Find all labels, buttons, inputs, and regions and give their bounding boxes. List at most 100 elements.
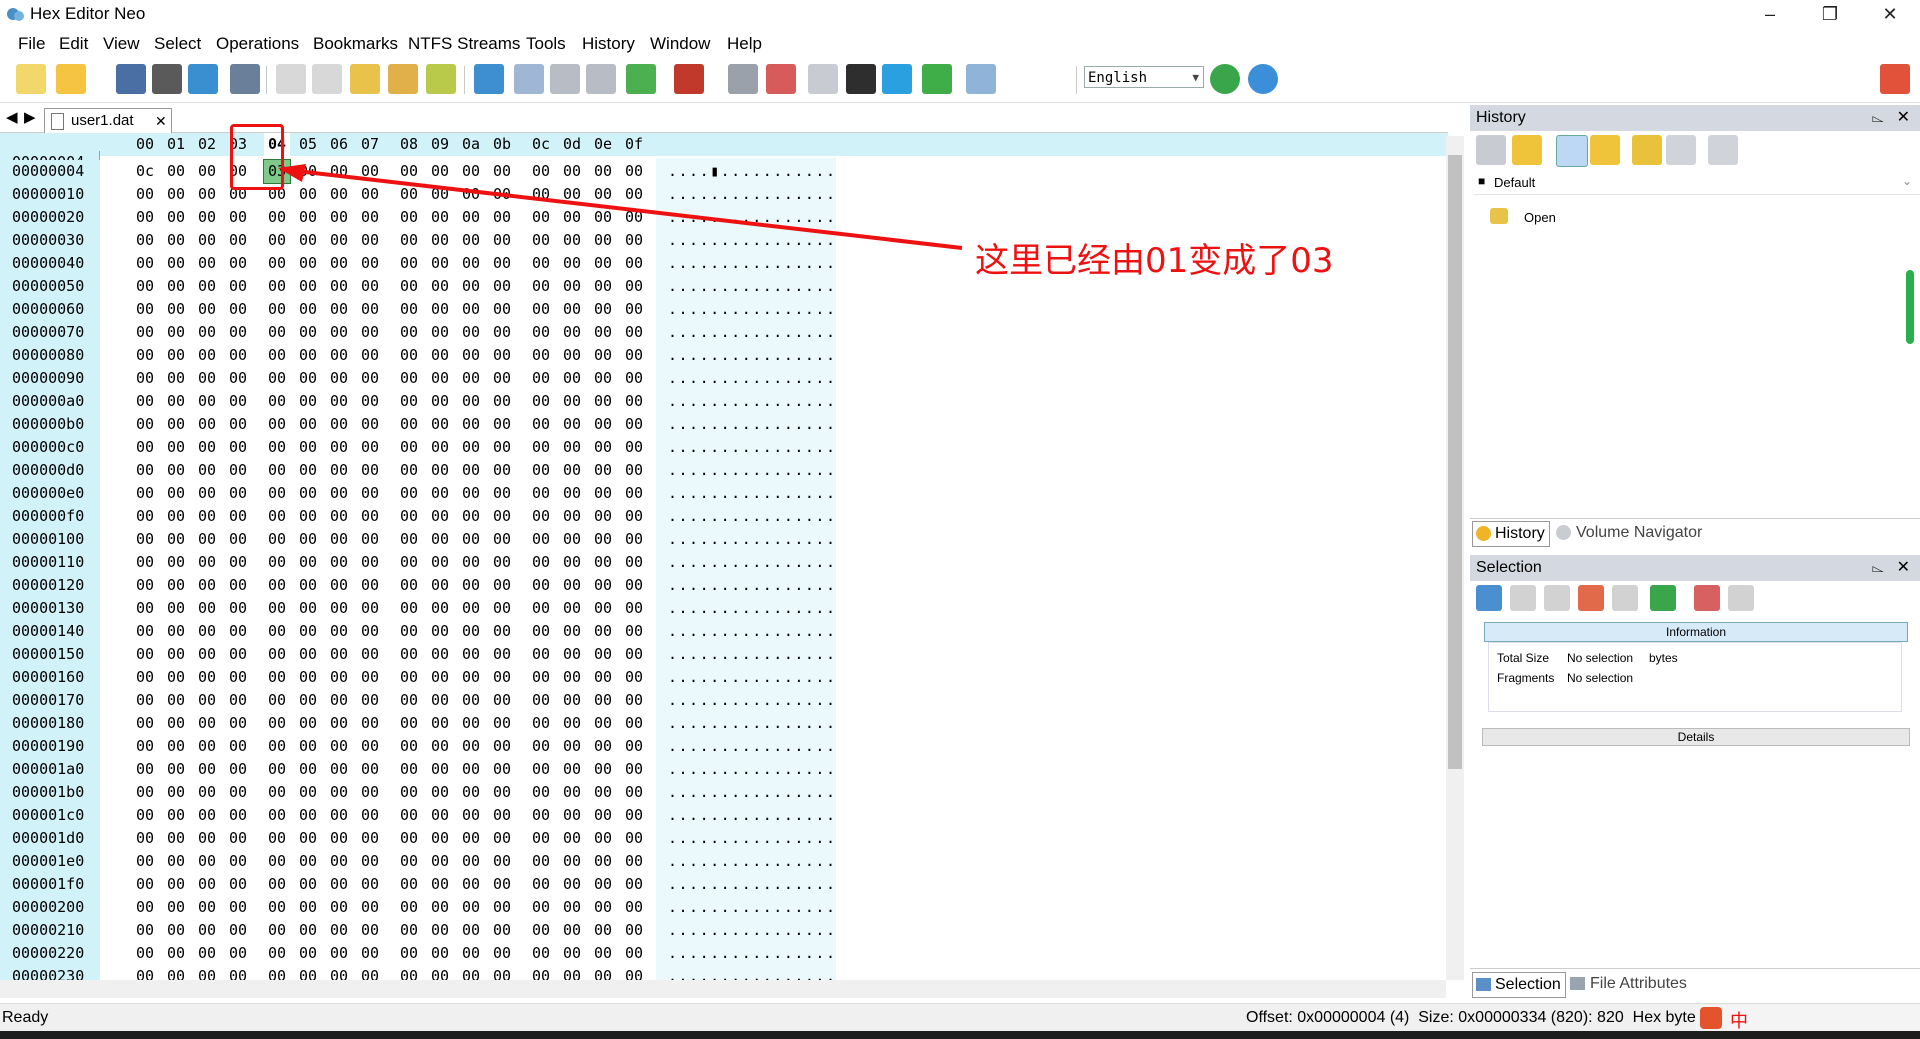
globe-icon[interactable] (1248, 64, 1278, 94)
byte-cell[interactable]: 00 (621, 666, 647, 689)
byte-cell[interactable]: 00 (396, 781, 422, 804)
byte-cell[interactable]: 00 (225, 390, 251, 413)
byte-cell[interactable]: 00 (132, 827, 158, 850)
ascii-text[interactable]: ................ (668, 344, 837, 367)
byte-cell[interactable]: 00 (264, 689, 290, 712)
byte-cell[interactable]: 00 (132, 367, 158, 390)
byte-cell[interactable]: 00 (621, 551, 647, 574)
byte-cell[interactable]: 00 (528, 896, 554, 919)
byte-cell[interactable]: 00 (396, 367, 422, 390)
byte-cell[interactable]: 00 (132, 252, 158, 275)
save-icon[interactable] (116, 64, 146, 94)
byte-cell[interactable]: 00 (489, 321, 515, 344)
byte-cell[interactable]: 00 (264, 735, 290, 758)
undo-icon[interactable] (276, 64, 306, 94)
byte-cell[interactable]: 00 (357, 712, 383, 735)
byte-cell[interactable]: 00 (590, 850, 616, 873)
globe-add-icon[interactable] (1210, 64, 1240, 94)
pin-icon[interactable]: ⌳ (1872, 555, 1884, 581)
byte-cell[interactable]: 00 (458, 344, 484, 367)
byte-cell[interactable]: 00 (427, 643, 453, 666)
byte-cell[interactable]: 00 (427, 965, 453, 980)
byte-cell[interactable]: 00 (528, 735, 554, 758)
column-header-0c[interactable]: 0c (528, 133, 554, 156)
byte-cell[interactable]: 00 (489, 482, 515, 505)
byte-cell[interactable]: 00 (427, 482, 453, 505)
byte-cell[interactable]: 00 (458, 551, 484, 574)
byte-cell[interactable]: 00 (264, 896, 290, 919)
byte-cell[interactable]: 00 (194, 712, 220, 735)
byte-cell[interactable]: 00 (326, 666, 352, 689)
byte-cell[interactable]: 00 (163, 666, 189, 689)
byte-cell[interactable]: 00 (163, 321, 189, 344)
byte-cell[interactable]: 00 (225, 482, 251, 505)
hex-row[interactable]: 00000090 00 00 00 00 00 00 00 00 00 00 00 00 00 00 00 00… (0, 367, 1446, 390)
ascii-text[interactable]: ................ (668, 689, 837, 712)
ascii-text[interactable]: ................ (668, 505, 837, 528)
column-header-05[interactable]: 05 (295, 133, 321, 156)
tab-scroll-right-icon[interactable]: ▶ (24, 108, 36, 126)
byte-cell[interactable]: 00 (458, 482, 484, 505)
byte-cell[interactable]: 00 (528, 321, 554, 344)
byte-cell[interactable]: 00 (458, 597, 484, 620)
hex-row[interactable]: 00000070 00 00 00 00 00 00 00 00 00 00 00 00 00 00 00 00… (0, 321, 1446, 344)
byte-cell[interactable]: 00 (458, 459, 484, 482)
byte-cell[interactable]: 00 (132, 781, 158, 804)
byte-cell[interactable]: 00 (528, 873, 554, 896)
byte-cell[interactable]: 00 (458, 574, 484, 597)
byte-cell[interactable]: 00 (559, 459, 585, 482)
byte-cell[interactable]: 00 (225, 229, 251, 252)
byte-cell[interactable]: 00 (132, 413, 158, 436)
menu-history[interactable]: History (582, 34, 635, 54)
byte-cell[interactable]: 00 (225, 620, 251, 643)
byte-cell[interactable]: 00 (225, 850, 251, 873)
byte-cell[interactable]: 00 (427, 758, 453, 781)
byte-cell[interactable]: 00 (264, 551, 290, 574)
byte-cell[interactable]: 00 (264, 873, 290, 896)
byte-cell[interactable]: 00 (264, 712, 290, 735)
history-undo-icon[interactable] (1512, 135, 1542, 165)
byte-cell[interactable]: 00 (396, 919, 422, 942)
byte-cell[interactable]: 00 (621, 482, 647, 505)
byte-cell[interactable]: 00 (559, 735, 585, 758)
byte-cell[interactable]: 00 (489, 735, 515, 758)
byte-cell[interactable]: 00 (528, 390, 554, 413)
tab-selection[interactable]: Selection (1472, 972, 1566, 998)
byte-cell[interactable]: 00 (357, 505, 383, 528)
byte-cell[interactable]: 00 (458, 505, 484, 528)
hex-row[interactable]: 000000e0 00 00 00 00 00 00 00 00 00 00 00 00 00 00 00 00… (0, 482, 1446, 505)
hex-row[interactable]: 000000d0 00 00 00 00 00 00 00 00 00 00 00 00 00 00 00 00… (0, 459, 1446, 482)
byte-cell[interactable]: 00 (427, 712, 453, 735)
column-header-06[interactable]: 06 (326, 133, 352, 156)
byte-cell[interactable]: 00 (489, 574, 515, 597)
hex-row[interactable]: 00000140 00 00 00 00 00 00 00 00 00 00 00 00 00 00 00 00… (0, 620, 1446, 643)
byte-cell[interactable]: 00 (326, 551, 352, 574)
byte-cell[interactable]: 00 (225, 574, 251, 597)
byte-cell[interactable]: 00 (621, 896, 647, 919)
byte-cell[interactable]: 00 (132, 712, 158, 735)
byte-cell[interactable]: 00 (458, 413, 484, 436)
byte-cell[interactable]: 00 (132, 321, 158, 344)
byte-cell[interactable]: 00 (489, 804, 515, 827)
byte-cell[interactable]: 00 (326, 896, 352, 919)
byte-cell[interactable]: 00 (559, 551, 585, 574)
byte-cell[interactable]: 00 (264, 850, 290, 873)
byte-cell[interactable]: 00 (357, 321, 383, 344)
byte-cell[interactable]: 00 (225, 804, 251, 827)
byte-cell[interactable]: 00 (427, 919, 453, 942)
byte-cell[interactable]: 00 (194, 574, 220, 597)
byte-cell[interactable]: 00 (295, 344, 321, 367)
byte-cell[interactable]: 00 (621, 735, 647, 758)
minimize-button[interactable]: – (1740, 0, 1800, 30)
history-entry-open[interactable]: Open (1524, 210, 1556, 225)
byte-cell[interactable]: 00 (590, 919, 616, 942)
byte-cell[interactable]: 00 (264, 804, 290, 827)
byte-cell[interactable]: 00 (528, 528, 554, 551)
byte-cell[interactable]: 00 (163, 252, 189, 275)
ascii-text[interactable]: ................ (668, 321, 837, 344)
compare-icon[interactable] (766, 64, 796, 94)
patch-icon[interactable] (808, 64, 838, 94)
byte-cell[interactable]: 00 (326, 965, 352, 980)
byte-cell[interactable]: 00 (458, 781, 484, 804)
byte-cell[interactable]: 00 (326, 528, 352, 551)
